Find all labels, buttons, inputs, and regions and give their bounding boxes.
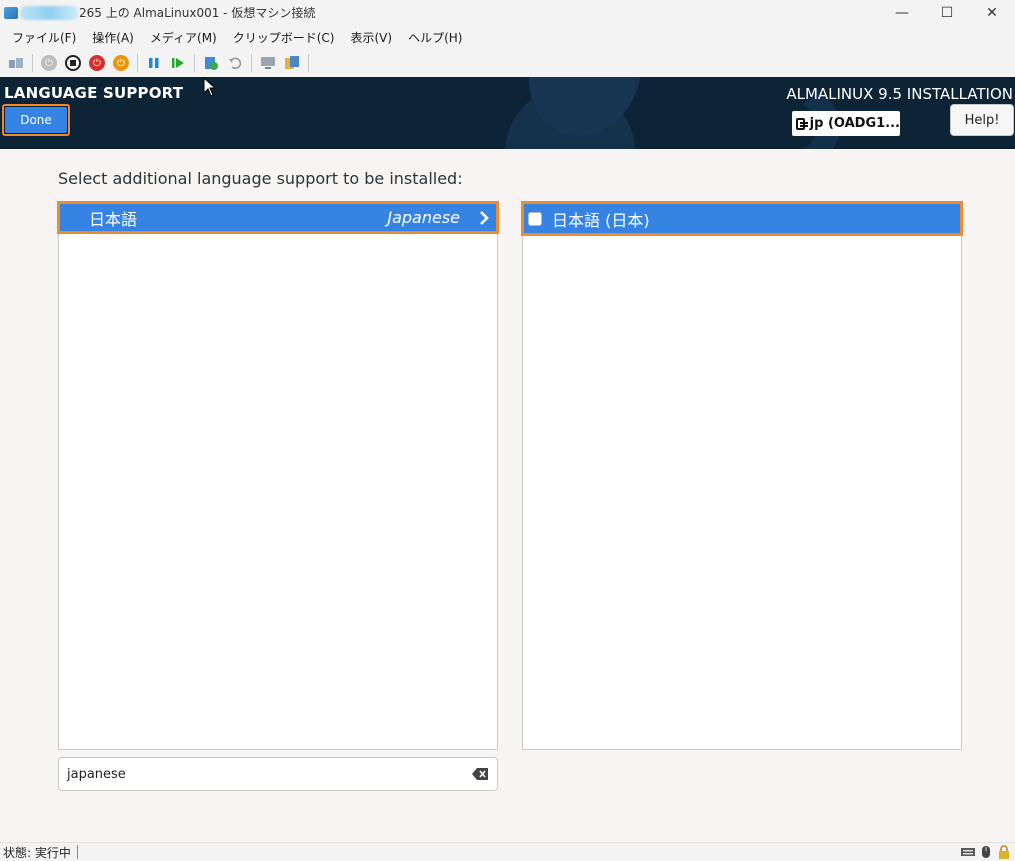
language-english-name: Japanese: [387, 208, 460, 227]
close-button[interactable]: ✕: [969, 0, 1015, 25]
enhanced-session-icon[interactable]: [260, 55, 276, 71]
checkpoint-icon[interactable]: [203, 55, 219, 71]
redacted-host-name: [20, 5, 78, 20]
vm-status-text: 状態: 実行中: [3, 845, 71, 860]
search-input-value: japanese: [67, 766, 126, 782]
menu-clipboard[interactable]: クリップボード(C): [225, 29, 343, 46]
keyboard-icon: [961, 845, 975, 859]
installer-header: LANGUAGE SUPPORT Done ALMALINUX 9.5 INST…: [0, 77, 1015, 149]
vm-connection-icon: [4, 6, 18, 19]
chevron-right-icon: [477, 209, 493, 227]
keyboard-layout-label: jp (OADG1...: [809, 116, 900, 131]
language-row-japanese[interactable]: 日本語 Japanese: [57, 201, 499, 234]
keyboard-layout-indicator[interactable]: jp (OADG1...: [792, 111, 900, 136]
language-support-content: Select additional language support to be…: [0, 149, 1015, 842]
done-button-focus: Done: [2, 104, 70, 136]
window-titlebar: 265 上の AlmaLinux001 - 仮想マシン接続 — ☐ ✕: [0, 0, 1015, 25]
revert-icon[interactable]: [227, 55, 243, 71]
toolbar-separator: [137, 54, 138, 72]
menu-bar: ファイル(F) 操作(A) メディア(M) クリップボード(C) 表示(V) ヘ…: [0, 25, 1015, 49]
window-title: 265 上の AlmaLinux001 - 仮想マシン接続: [79, 6, 316, 20]
status-icons: [961, 845, 1011, 859]
mouse-icon: [979, 845, 993, 859]
toolbar-separator: [32, 54, 33, 72]
locale-label: 日本語 (日本): [552, 210, 650, 230]
locale-row-ja-jp[interactable]: 日本語 (日本): [521, 201, 963, 236]
language-search-input[interactable]: japanese: [58, 757, 498, 791]
status-separator: [76, 845, 78, 859]
status-bar: 状態: 実行中: [0, 842, 1015, 861]
maximize-icon: ☐: [940, 4, 954, 21]
turn-off-icon[interactable]: [65, 55, 81, 71]
locale-list[interactable]: 日本語 (日本): [521, 201, 963, 750]
minimize-icon: —: [895, 4, 909, 21]
share-icon[interactable]: [284, 55, 300, 71]
done-button[interactable]: Done: [5, 107, 67, 133]
pause-icon[interactable]: [146, 55, 162, 71]
locale-checkbox[interactable]: [528, 211, 542, 226]
language-native-name: 日本語: [89, 209, 138, 229]
menu-file[interactable]: ファイル(F): [4, 29, 84, 46]
ctrl-alt-del-icon[interactable]: [8, 55, 24, 71]
start-icon[interactable]: ⏻: [41, 55, 57, 71]
vm-toolbar: ⏻ ⏻ ⏻: [0, 49, 1015, 77]
shutdown-icon[interactable]: ⏻: [89, 55, 105, 71]
menu-help[interactable]: ヘルプ(H): [400, 29, 470, 46]
save-icon[interactable]: ⏻: [113, 55, 129, 71]
help-button[interactable]: Help!: [950, 104, 1014, 136]
minimize-button[interactable]: —: [879, 0, 925, 25]
lock-icon: [997, 845, 1011, 859]
toolbar-separator: [308, 54, 309, 72]
language-list[interactable]: 日本語 Japanese: [57, 201, 499, 750]
close-icon: ✕: [986, 4, 998, 21]
keyboard-icon: [796, 117, 808, 130]
mouse-cursor-icon: [203, 77, 217, 97]
menu-action[interactable]: 操作(A): [84, 29, 142, 46]
menu-media[interactable]: メディア(M): [142, 29, 225, 46]
spoke-title: LANGUAGE SUPPORT: [4, 84, 184, 102]
installation-title: ALMALINUX 9.5 INSTALLATION: [786, 85, 1013, 103]
toolbar-separator: [251, 54, 252, 72]
page-prompt: Select additional language support to be…: [58, 169, 463, 188]
maximize-button[interactable]: ☐: [924, 0, 970, 25]
toolbar-separator: [194, 54, 195, 72]
resume-icon[interactable]: [170, 55, 186, 71]
clear-search-icon[interactable]: [472, 768, 488, 780]
menu-view[interactable]: 表示(V): [343, 29, 401, 46]
